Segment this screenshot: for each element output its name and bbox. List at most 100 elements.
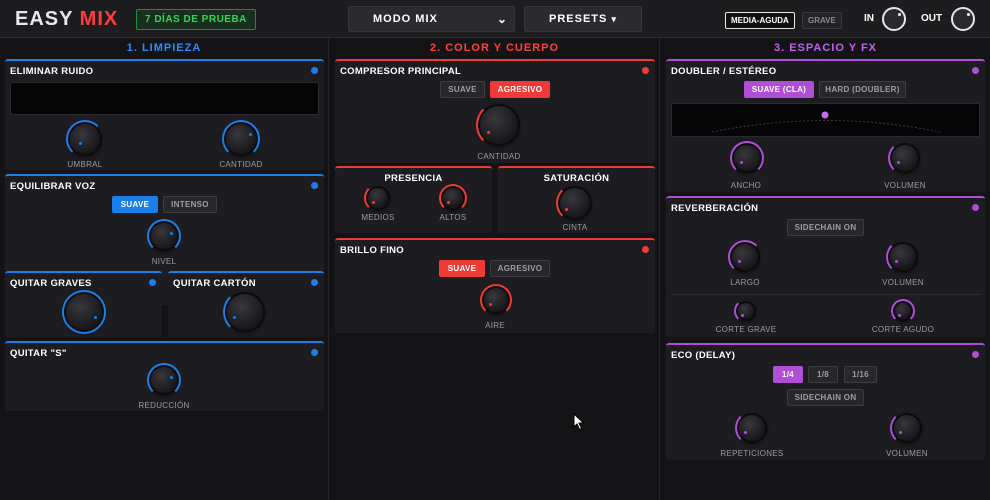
- enable-led[interactable]: [972, 67, 979, 74]
- mouse-cursor-icon: [573, 413, 585, 431]
- altos-label: ALTOS: [439, 213, 467, 222]
- altos-knob[interactable]: [439, 184, 467, 212]
- enable-led[interactable]: [311, 67, 318, 74]
- doubler-hard-button[interactable]: HARD (DOUBLER): [819, 81, 906, 98]
- card-title: QUITAR CARTÓN: [173, 278, 256, 289]
- medios-knob[interactable]: [364, 184, 390, 212]
- card-title: QUITAR GRAVES: [10, 278, 92, 289]
- card-title: EQUILIBRAR VOZ: [10, 181, 96, 192]
- stereo-position-dot: [821, 111, 829, 119]
- main-compressor-card: COMPRESOR PRINCIPAL SUAVE AGRESIVO CANTI…: [335, 59, 655, 163]
- corte-agudo-label: CORTE AGUDO: [871, 325, 935, 334]
- column-limpieza: 1. LIMPIEZA ELIMINAR RUIDO UMBRAL CANTID…: [0, 38, 329, 500]
- logo-easy: EASY: [15, 8, 74, 30]
- tone-grave-button[interactable]: GRAVE: [802, 12, 842, 29]
- cantidad-knob[interactable]: [222, 120, 260, 158]
- cinta-knob[interactable]: [556, 184, 592, 222]
- column-espacio-fx: 3. ESPACIO Y FX DOUBLER / ESTÉREO SUAVE …: [661, 38, 990, 500]
- enable-led[interactable]: [311, 279, 318, 286]
- card-title: SATURACIÓN: [543, 173, 610, 184]
- card-title: DOUBLER / ESTÉREO: [671, 66, 777, 77]
- doubler-card: DOUBLER / ESTÉREO SUAVE (CLA) HARD (DOUB…: [666, 59, 985, 192]
- saturation-card: SATURACIÓN CINTA: [498, 166, 655, 233]
- ancho-knob[interactable]: [730, 141, 764, 175]
- largo-label: LARGO: [730, 278, 760, 287]
- aire-label: AIRE: [485, 321, 505, 330]
- largo-knob[interactable]: [728, 240, 762, 274]
- card-title: ECO (DELAY): [671, 350, 736, 361]
- cinta-label: CINTA: [562, 223, 588, 232]
- bright-suave-button[interactable]: SUAVE: [439, 260, 485, 277]
- ancho-label: ANCHO: [730, 181, 762, 190]
- reduccion-knob[interactable]: [147, 363, 181, 397]
- enable-led[interactable]: [972, 204, 979, 211]
- reverb-sidechain-button[interactable]: SIDECHAIN ON: [787, 219, 864, 236]
- card-title: QUITAR "S": [10, 348, 67, 359]
- comp-suave-button[interactable]: SUAVE: [440, 81, 485, 98]
- out-label: OUT: [921, 13, 943, 24]
- noise-removal-card: ELIMINAR RUIDO UMBRAL CANTIDAD: [5, 59, 324, 170]
- logo-mix: MIX: [79, 8, 119, 30]
- nivel-label: NIVEL: [151, 257, 177, 266]
- doubler-suave-button[interactable]: SUAVE (CLA): [744, 81, 814, 98]
- enable-led[interactable]: [311, 182, 318, 189]
- mode-select[interactable]: MODO MIX ⌄: [348, 6, 515, 32]
- echo-eighth-button[interactable]: 1/8: [808, 366, 838, 383]
- corte-agudo-knob[interactable]: [891, 299, 915, 323]
- cantidad-label: CANTIDAD: [219, 160, 263, 169]
- presets-button[interactable]: PRESETS ▾: [524, 6, 642, 32]
- umbral-knob[interactable]: [66, 120, 104, 158]
- comp-cantidad-label: CANTIDAD: [477, 152, 521, 161]
- column-title: 2. COLOR Y CUERPO: [429, 42, 560, 54]
- quitar-graves-knob[interactable]: [62, 290, 106, 334]
- corte-grave-label: CORTE GRAVE: [715, 325, 777, 334]
- bright-agresivo-button[interactable]: AGRESIVO: [490, 260, 550, 277]
- column-title: 3. ESPACIO Y FX: [773, 42, 878, 54]
- stereo-arc-graphic: [711, 111, 941, 133]
- output-gain-knob[interactable]: [951, 7, 975, 31]
- quitar-carton-knob[interactable]: [223, 290, 265, 334]
- echo-quarter-button[interactable]: 1/4: [773, 366, 803, 383]
- divider: [671, 294, 980, 295]
- trial-badge: 7 DÍAS DE PRUEBA: [136, 9, 256, 30]
- echo-volumen-knob[interactable]: [890, 411, 922, 445]
- echo-sidechain-button[interactable]: SIDECHAIN ON: [787, 389, 864, 406]
- voice-intenso-button[interactable]: INTENSO: [163, 196, 217, 213]
- doubler-volumen-knob[interactable]: [888, 141, 920, 175]
- reverb-volumen-knob[interactable]: [886, 240, 918, 274]
- card-title: ELIMINAR RUIDO: [10, 66, 94, 77]
- reverb-card: REVERBERACIÓN SIDECHAIN ON LARGO VOLUMEN…: [666, 196, 985, 337]
- mode-select-label: MODO MIX: [373, 13, 438, 25]
- noise-display: [10, 82, 319, 115]
- column-title: 1. LIMPIEZA: [126, 42, 202, 54]
- enable-led[interactable]: [642, 246, 649, 253]
- voice-suave-button[interactable]: SUAVE: [112, 196, 158, 213]
- fine-brightness-card: BRILLO FINO SUAVE AGRESIVO AIRE: [335, 238, 655, 333]
- echo-volumen-label: VOLUMEN: [886, 449, 928, 458]
- nivel-knob[interactable]: [147, 219, 181, 253]
- top-bar: EASY MIX 7 DÍAS DE PRUEBA MODO MIX ⌄ PRES…: [0, 0, 990, 38]
- column-color-cuerpo: 2. COLOR Y CUERPO COMPRESOR PRINCIPAL SU…: [330, 38, 660, 500]
- aire-knob[interactable]: [480, 284, 512, 316]
- in-label: IN: [864, 13, 874, 24]
- enable-led[interactable]: [642, 67, 649, 74]
- remove-bass-card: QUITAR GRAVES: [5, 271, 162, 337]
- de-esser-card: QUITAR "S" REDUCCIÓN: [5, 341, 324, 411]
- app-logo: EASY MIX: [15, 8, 118, 31]
- stereo-display[interactable]: [671, 103, 980, 137]
- remove-carton-card: QUITAR CARTÓN: [168, 271, 324, 337]
- enable-led[interactable]: [149, 279, 156, 286]
- enable-led[interactable]: [311, 349, 318, 356]
- enable-led[interactable]: [972, 351, 979, 358]
- comp-cantidad-knob[interactable]: [476, 102, 520, 148]
- presets-label: PRESETS: [549, 13, 608, 25]
- corte-grave-knob[interactable]: [734, 299, 756, 323]
- echo-sixteenth-button[interactable]: 1/16: [844, 366, 877, 383]
- presence-card: PRESENCIA MEDIOS ALTOS: [335, 166, 492, 233]
- card-title: REVERBERACIÓN: [671, 203, 759, 214]
- doubler-volumen-label: VOLUMEN: [884, 181, 926, 190]
- repeticiones-knob[interactable]: [735, 411, 767, 445]
- input-gain-knob[interactable]: [882, 7, 906, 31]
- tone-media-aguda-button[interactable]: MEDIA-AGUDA: [725, 12, 795, 29]
- comp-agresivo-button[interactable]: AGRESIVO: [490, 81, 550, 98]
